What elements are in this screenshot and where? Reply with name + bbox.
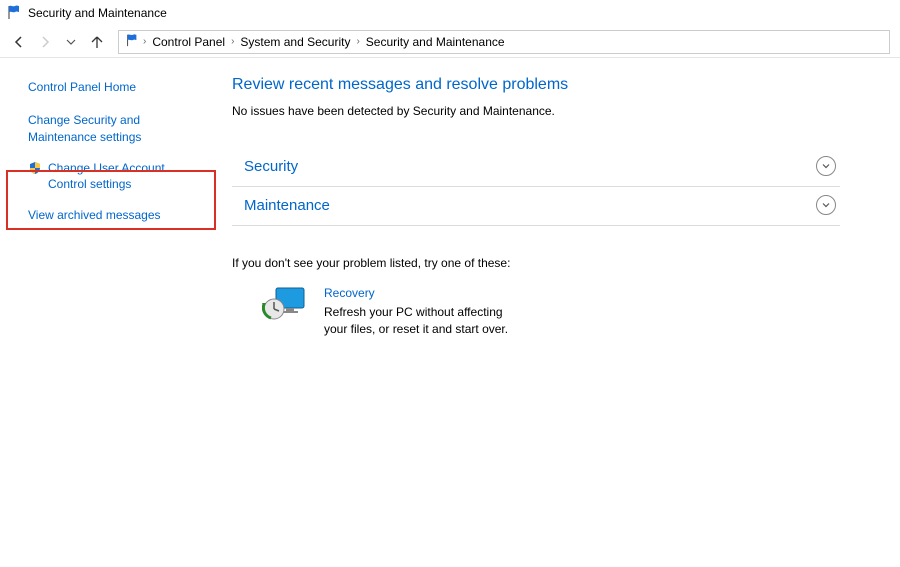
recovery-description: Refresh your PC without affecting your f… — [324, 304, 524, 338]
section-title: Security — [244, 158, 298, 175]
recovery-item[interactable]: Recovery Refresh your PC without affecti… — [262, 286, 840, 338]
flag-icon — [125, 33, 139, 50]
window-title: Security and Maintenance — [28, 6, 167, 20]
chevron-right-icon: › — [231, 36, 234, 47]
back-button[interactable] — [10, 33, 28, 51]
forward-button[interactable] — [36, 33, 54, 51]
recovery-text: Recovery Refresh your PC without affecti… — [324, 286, 524, 338]
recovery-title[interactable]: Recovery — [324, 286, 524, 300]
breadcrumb-item[interactable]: Control Panel — [150, 35, 227, 49]
chevron-down-icon[interactable] — [816, 156, 836, 176]
breadcrumb-item[interactable]: System and Security — [238, 35, 352, 49]
window-titlebar: Security and Maintenance — [0, 0, 900, 26]
sidebar-link-label: Change Security and Maintenance settings — [28, 112, 200, 146]
annotation-highlight — [6, 170, 216, 230]
recent-dropdown[interactable] — [62, 33, 80, 51]
address-bar[interactable]: › Control Panel › System and Security › … — [118, 30, 890, 54]
recovery-icon — [262, 286, 306, 324]
section-security[interactable]: Security — [232, 148, 840, 187]
page-heading: Review recent messages and resolve probl… — [232, 76, 840, 94]
flag-icon — [6, 4, 28, 23]
breadcrumb-item[interactable]: Security and Maintenance — [364, 35, 507, 49]
up-button[interactable] — [88, 33, 106, 51]
navbar: › Control Panel › System and Security › … — [0, 26, 900, 58]
status-text: No issues have been detected by Security… — [232, 104, 840, 118]
footer-text: If you don't see your problem listed, tr… — [232, 256, 840, 270]
section-maintenance[interactable]: Maintenance — [232, 187, 840, 226]
control-panel-home-link[interactable]: Control Panel Home — [28, 80, 200, 94]
sidebar-link-security-maintenance-settings[interactable]: Change Security and Maintenance settings — [28, 112, 200, 146]
section-title: Maintenance — [244, 197, 330, 214]
chevron-down-icon[interactable] — [816, 195, 836, 215]
chevron-right-icon: › — [143, 36, 146, 47]
main-panel: Review recent messages and resolve probl… — [218, 58, 900, 567]
sidebar: Control Panel Home Change Security and M… — [0, 58, 218, 567]
chevron-right-icon: › — [356, 36, 359, 47]
